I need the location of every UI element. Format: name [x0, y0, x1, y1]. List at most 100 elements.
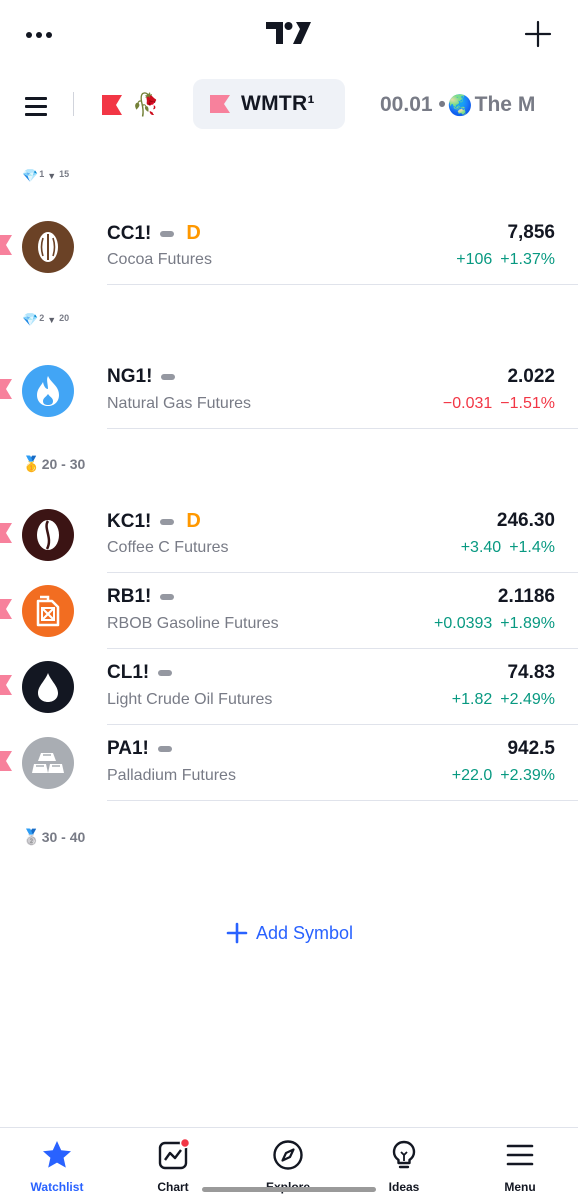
watchlist-row-kc1[interactable]: KC1! D Coffee C Futures 246.30 +3.40 +1.… [0, 497, 578, 573]
star-icon [43, 1141, 71, 1168]
tab-next-list[interactable]: 00.01 • 🌏 The M [380, 90, 535, 120]
delayed-flag: D [186, 510, 201, 532]
gem-icon: 💎 [22, 168, 39, 183]
section-level: 2 [39, 312, 45, 323]
pink-flag-icon [210, 95, 230, 113]
market-status-icon [161, 374, 176, 380]
section-header-30-40[interactable]: 🥈 30 - 40 [22, 828, 85, 846]
symbol-ticker: NG1! [107, 366, 153, 387]
silver-medal-icon: 🥈 [22, 829, 41, 846]
row-divider [107, 284, 578, 285]
price-change-percent: +2.39% [500, 767, 555, 784]
coffee-bean-icon [22, 509, 74, 561]
pink-flag-marker-icon [0, 235, 12, 255]
watchlist-row-cl1[interactable]: CL1! Light Crude Oil Futures 74.83 +1.82… [0, 649, 578, 725]
tab-wmtr-label: WMTR¹ [241, 92, 315, 115]
watchlist-row-cc1[interactable]: CC1! D Cocoa Futures 7,856 +106 +1.37% [0, 209, 578, 285]
metal-bars-icon [22, 737, 74, 789]
watchlists-menu-icon[interactable] [25, 95, 49, 116]
price-change: +0.0393 [434, 615, 493, 632]
symbol-ticker: RB1! [107, 586, 152, 607]
tradingview-logo-icon [266, 22, 311, 44]
menu-icon [506, 1144, 534, 1166]
watchlist-row-ng1[interactable]: NG1! Natural Gas Futures 2.022 −0.031 −1… [0, 353, 578, 429]
section-count: 15 [59, 168, 70, 179]
add-symbol-button[interactable]: Add Symbol [226, 918, 353, 948]
symbol-ticker: PA1! [107, 738, 149, 759]
row-divider [107, 428, 578, 429]
red-flag-icon [102, 95, 122, 115]
price-change-percent: +1.89% [500, 615, 555, 632]
section-header-diamond-1[interactable]: 💎 1 ▼ 15 [22, 168, 69, 184]
nav-watchlist-label: Watchlist [30, 1180, 84, 1194]
section-header-diamond-2[interactable]: 💎 2 ▼ 20 [22, 312, 69, 328]
watchlist-row-pa1[interactable]: PA1! Palladium Futures 942.5 +22.0 +2.39… [0, 725, 578, 801]
price-change: −0.031 [442, 395, 493, 412]
gem-icon: 💎 [22, 312, 39, 327]
section-count: 20 [59, 312, 70, 323]
section-header-20-30[interactable]: 🥇 20 - 30 [22, 455, 85, 473]
watchlist-tabs: 🥀 WMTR¹ 00.01 • 🌏 The M [0, 76, 578, 132]
section-label: 20 - 30 [41, 456, 86, 472]
symbol-ticker: KC1! [107, 510, 152, 532]
watchlist-row-rb1[interactable]: RB1! RBOB Gasoline Futures 2.1186 +0.039… [0, 573, 578, 649]
symbol-ticker: CL1! [107, 662, 150, 683]
pink-flag-marker-icon [0, 675, 12, 695]
gold-medal-icon: 🥇 [22, 456, 41, 473]
system-home-indicator[interactable] [202, 1187, 376, 1192]
last-price: 942.5 [507, 738, 555, 759]
section-label: 30 - 40 [41, 829, 86, 845]
wilted-rose-emoji: 🥀 [132, 92, 160, 117]
collapse-arrow-icon: ▼ [47, 315, 57, 325]
nav-menu-label: Menu [504, 1180, 536, 1194]
flame-icon [22, 365, 74, 417]
market-status-icon [160, 518, 175, 525]
nav-menu[interactable]: Menu [475, 1134, 565, 1196]
tab-wmtr[interactable]: WMTR¹ [193, 79, 345, 129]
last-price: 7,856 [507, 222, 555, 243]
compass-icon [273, 1140, 303, 1170]
price-change: +1.82 [451, 691, 493, 708]
add-icon[interactable] [524, 20, 552, 48]
market-status-icon [158, 670, 173, 676]
symbol-description: Natural Gas Futures [107, 395, 252, 412]
plus-icon [226, 922, 248, 944]
add-symbol-label: Add Symbol [256, 922, 354, 943]
collapse-arrow-icon: ▼ [47, 171, 57, 181]
tab-flagged-list[interactable]: 🥀 [100, 90, 159, 120]
market-status-icon [160, 594, 175, 600]
chart-icon [158, 1139, 189, 1170]
tab-next-label-rest: The M [474, 93, 536, 116]
top-bar [0, 0, 578, 68]
fuel-canister-icon [22, 585, 74, 637]
tab-next-label: 00.01 • [380, 93, 446, 116]
symbol-description: Coffee C Futures [107, 539, 229, 556]
market-status-icon [157, 746, 172, 752]
section-level: 1 [39, 168, 45, 179]
globe-emoji: 🌏 [447, 94, 473, 117]
market-status-icon [160, 230, 175, 237]
price-change: +22.0 [451, 767, 493, 784]
lightbulb-icon [392, 1140, 416, 1169]
pink-flag-marker-icon [0, 379, 12, 399]
price-change: +106 [456, 251, 493, 268]
price-change: +3.40 [460, 539, 502, 556]
price-change-percent: −1.51% [500, 395, 555, 412]
oil-drop-icon [22, 661, 74, 713]
last-price: 246.30 [496, 510, 555, 531]
cocoa-icon [22, 221, 74, 273]
tab-divider [73, 92, 74, 116]
row-divider [107, 800, 578, 801]
symbol-ticker: CC1! [107, 222, 152, 244]
nav-watchlist[interactable]: Watchlist [12, 1134, 102, 1196]
more-options-icon[interactable] [26, 24, 54, 44]
price-change-percent: +1.4% [509, 539, 555, 556]
symbol-description: Cocoa Futures [107, 251, 212, 268]
symbol-description: RBOB Gasoline Futures [107, 615, 279, 632]
pink-flag-marker-icon [0, 751, 12, 771]
delayed-flag: D [186, 222, 201, 244]
symbol-description: Light Crude Oil Futures [107, 691, 273, 708]
symbol-description: Palladium Futures [107, 767, 236, 784]
price-change-percent: +1.37% [500, 251, 555, 268]
last-price: 2.022 [507, 366, 555, 387]
